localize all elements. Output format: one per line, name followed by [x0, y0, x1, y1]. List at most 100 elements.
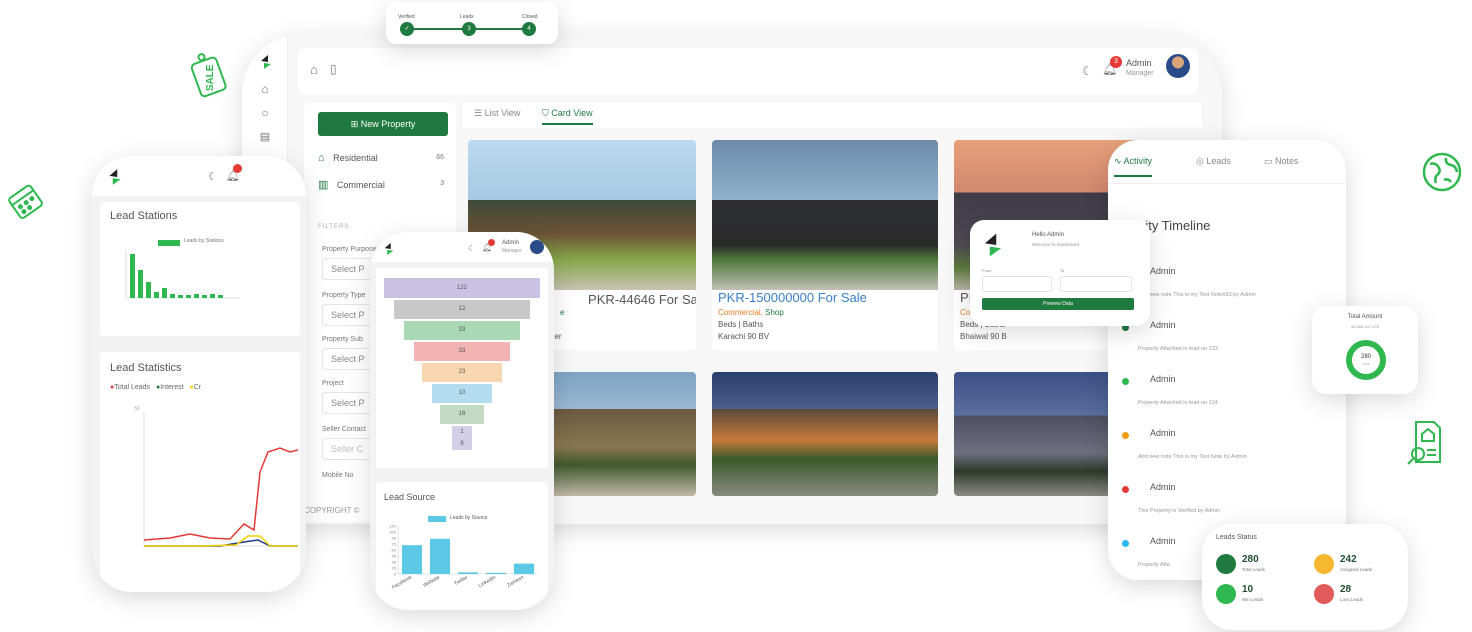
- avatar[interactable]: [1166, 54, 1190, 78]
- welcome-title: Hello Admin: [1032, 232, 1065, 238]
- category-residential[interactable]: ⌂ Residential 66: [318, 152, 448, 170]
- funnel-level: 8: [452, 438, 472, 450]
- card-view-icon: ⛉: [542, 108, 552, 118]
- sale-tag-icon: SALE: [190, 53, 227, 98]
- tab-activity[interactable]: ∿ Activity: [1114, 156, 1153, 177]
- y-tick-label: 120: [389, 524, 396, 529]
- from-date-input[interactable]: [982, 276, 1052, 292]
- property-subtype: Shop: [765, 308, 784, 317]
- sidebar-item-document[interactable]: ▤: [257, 130, 273, 146]
- bar: [154, 292, 159, 298]
- timeline-text: Add new note This is my Test Note663 by …: [1138, 292, 1256, 298]
- legend-swatch: [158, 240, 180, 246]
- y-tick-label: 105: [389, 530, 396, 535]
- preview-data-button[interactable]: Preview Data: [982, 298, 1134, 310]
- filter-label: Project: [322, 380, 344, 387]
- theme-toggle-icon[interactable]: ☾: [208, 170, 218, 183]
- y-tick-label: 15: [392, 566, 397, 571]
- lead-source-chart: 1201059075604530150Facebook Website Twitte…: [389, 524, 538, 591]
- bar: [146, 282, 151, 298]
- source-bar: [514, 563, 534, 574]
- property-card[interactable]: [712, 372, 938, 496]
- step-dot[interactable]: 4: [522, 22, 536, 36]
- notification-badge: 3: [1110, 56, 1122, 68]
- funnel-level: 16: [440, 405, 484, 424]
- notification-badge: [233, 164, 242, 173]
- theme-toggle-icon[interactable]: ☾: [468, 244, 475, 253]
- status-label: Total Leads: [1242, 567, 1266, 572]
- timeline-text: Property Attached in lead no 123: [1138, 346, 1218, 352]
- step-dot[interactable]: ✓: [400, 22, 414, 36]
- step-dot[interactable]: 3: [462, 22, 476, 36]
- timeline-dot: [1122, 432, 1129, 439]
- user-role: Manager: [502, 248, 522, 254]
- leads-status-card: Leads Status 280 Total Leads 242 Assigned L…: [1202, 524, 1408, 630]
- property-type: Commercial,: [718, 308, 763, 317]
- x-tick-label: Zameen: [506, 574, 525, 588]
- legend-label: Leads by Stations: [184, 238, 224, 244]
- logo-icon: [384, 242, 394, 256]
- funnel-level: 122: [384, 278, 540, 298]
- y-tick-label: 75: [392, 542, 397, 547]
- svg-text:SALE: SALE: [205, 64, 216, 91]
- sidebar-item-home[interactable]: ⌂: [257, 82, 273, 98]
- avatar[interactable]: [530, 240, 544, 254]
- user-name: Admin: [502, 240, 520, 246]
- phone-header: ☾ 🔔︎: [92, 156, 306, 196]
- leads-status-grid: 280 Total Leads 242 Assigned Leads 10 Win Lea…: [1202, 524, 1408, 630]
- donut-center-label: Total: [1362, 362, 1370, 366]
- tab-list-view[interactable]: ☰ List View: [474, 108, 520, 119]
- property-beds: Beds | Baths: [718, 320, 764, 329]
- tab-notes[interactable]: ▭ Notes: [1264, 156, 1299, 167]
- property-search-icon: [1407, 421, 1441, 465]
- y-tick-label: 60: [392, 548, 397, 553]
- total-amount-card: Total Amount 54,806,407,476 280 Total: [1312, 306, 1418, 394]
- calendar-icon: [8, 184, 43, 219]
- x-tick-label: Twitter: [453, 574, 469, 587]
- activity-panel: ∿ Activity ◎ Leads ▭ Notes ivity Timelin…: [1108, 140, 1346, 580]
- y-tick-label: 90: [392, 536, 397, 541]
- timeline-author: Admin: [1150, 374, 1176, 384]
- amount-donut: [1346, 340, 1386, 380]
- timeline-dot: [1122, 486, 1129, 493]
- new-property-label: New Property: [360, 119, 416, 129]
- x-tick-label: Facebook: [391, 574, 413, 590]
- status-value: 28: [1340, 584, 1352, 595]
- to-label: To: [1060, 268, 1065, 273]
- lead-stepper: Verified Leads Closed ✓ 3 4: [386, 2, 558, 44]
- source-bar: [402, 545, 422, 574]
- notes-icon: ▭: [1264, 156, 1276, 166]
- category-count: 66: [436, 154, 444, 161]
- tab-leads[interactable]: ◎ Leads: [1196, 156, 1231, 167]
- legend-item: Cr: [193, 384, 202, 391]
- logo-icon: [984, 233, 1002, 257]
- category-label: Commercial: [336, 180, 385, 190]
- home-icon[interactable]: ⌂: [310, 62, 318, 77]
- sidebar-item-circle[interactable]: ○: [257, 106, 273, 122]
- bar: [130, 254, 135, 298]
- property-card[interactable]: PKR-150000000 For Sale Commercial, Shop …: [712, 140, 938, 350]
- tab-label: Card View: [551, 108, 593, 118]
- funnel-level: 1: [452, 426, 472, 438]
- timeline-author: Admin: [1150, 428, 1176, 438]
- property-location: Karachi 90 BV: [718, 332, 770, 341]
- status-icon: [1314, 554, 1334, 574]
- funnel-card: 122 12 33 33 23 10 16 1 8: [376, 268, 548, 468]
- tab-card-view[interactable]: ⛉ Card View: [542, 108, 593, 125]
- source-bar: [486, 572, 506, 574]
- theme-toggle-icon[interactable]: ☾: [1082, 64, 1093, 78]
- timeline-text: Property Atta: [1138, 562, 1170, 568]
- page-icon[interactable]: ▯: [330, 62, 337, 76]
- step-label: Leads: [460, 14, 474, 20]
- y-tick-label: 0: [394, 572, 397, 577]
- property-type-line: Commercial, Shop: [718, 308, 784, 317]
- timeline-text: Add new note This is my Test Note by Adm…: [1138, 454, 1247, 460]
- lead-source-card: Lead Source Leads by Source 120 105 90 75 60…: [376, 482, 548, 610]
- x-tick-label: Website: [422, 574, 441, 588]
- category-commercial[interactable]: ▥ Commercial 3: [318, 178, 448, 196]
- to-date-input[interactable]: [1060, 276, 1132, 292]
- new-property-button[interactable]: ⊞ New Property: [318, 112, 448, 136]
- filters-heading: FILTERS: [318, 224, 350, 230]
- status-label: Assigned Leads: [1340, 567, 1373, 572]
- timeline-author: Admin: [1150, 482, 1176, 492]
